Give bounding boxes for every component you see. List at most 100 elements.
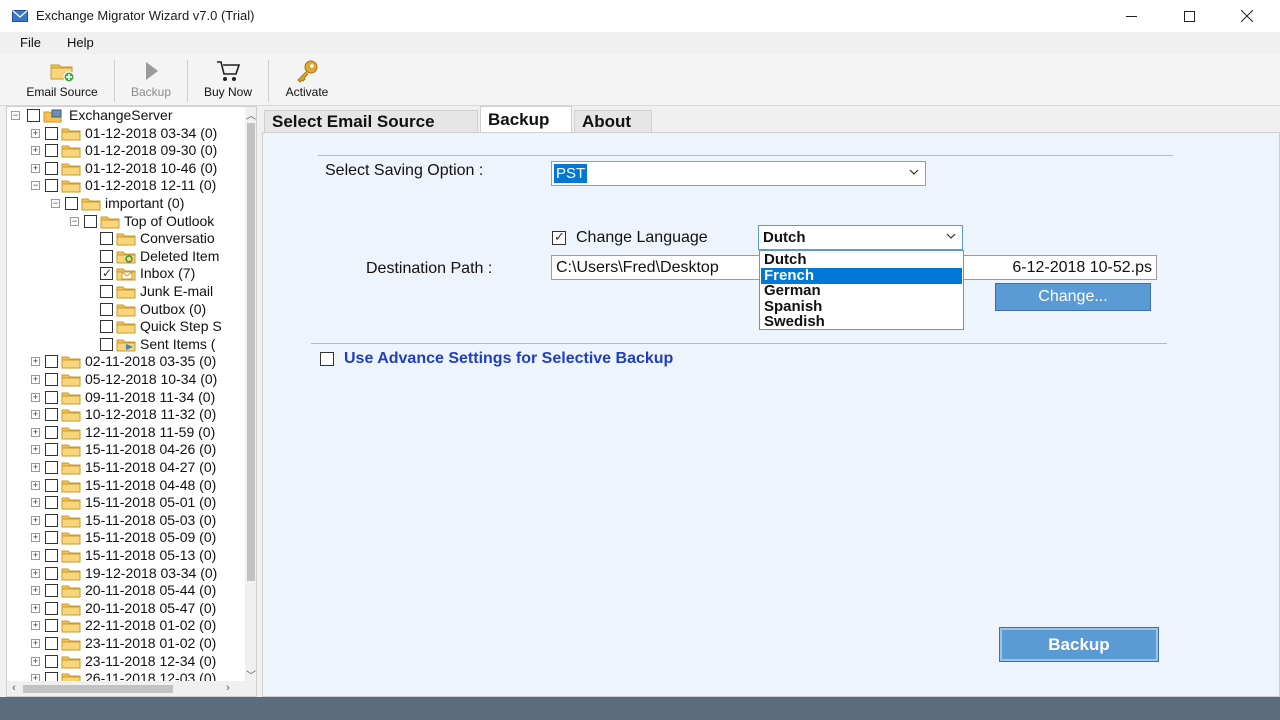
tree-node[interactable]: +05-12-2018 10-34 (0) [31,371,245,388]
tree-checkbox[interactable] [45,584,58,597]
tree-node[interactable]: − important (0) [51,195,245,212]
tree-checkbox[interactable] [100,303,113,316]
tree-checkbox[interactable] [45,426,58,439]
tree-checkbox[interactable] [45,567,58,580]
language-option-swedish[interactable]: Swedish [761,314,962,330]
tree-checkbox[interactable] [65,197,78,210]
expand-icon[interactable]: + [31,445,40,454]
scroll-up-icon[interactable]: ︿ [245,107,256,122]
tree-node[interactable]: +15-11-2018 04-27 (0) [31,459,245,476]
tree-node[interactable]: − Top of Outlook [70,213,245,230]
tree-node[interactable]: +02-11-2018 03-35 (0) [31,353,245,370]
tree-node[interactable]: +20-11-2018 05-47 (0) [31,600,245,617]
tree-horizontal-scrollbar[interactable]: ‹ › [7,681,256,696]
scroll-down-icon[interactable]: ﹀ [245,667,256,682]
tree-node[interactable]: +12-11-2018 11-59 (0) [31,424,245,441]
scroll-left-icon[interactable]: ‹ [7,682,21,696]
tree-checkbox[interactable] [45,179,58,192]
scroll-right-icon[interactable]: › [221,682,235,696]
email-source-button[interactable]: Email Source [14,56,110,104]
tree-node[interactable]: Deleted Item [100,248,245,265]
collapse-icon[interactable]: − [70,217,79,226]
tree-node[interactable]: +20-11-2018 05-44 (0) [31,582,245,599]
tree-node[interactable]: +19-12-2018 03-34 (0) [31,565,245,582]
tab-select-email-source[interactable]: Select Email Source [264,110,478,132]
tree-node[interactable]: Outbox (0) [100,301,245,318]
minimize-button[interactable] [1108,0,1154,32]
tree-node[interactable]: Quick Step S [100,318,245,335]
expand-icon[interactable]: + [31,586,40,595]
backup-toolbar-button[interactable]: Backup [120,56,182,104]
tree-checkbox[interactable] [84,215,97,228]
tree-node[interactable]: +15-11-2018 05-03 (0) [31,512,245,529]
tree-checkbox[interactable] [45,549,58,562]
expand-icon[interactable]: + [31,410,40,419]
expand-icon[interactable]: + [31,569,40,578]
tree-checkbox[interactable] [45,531,58,544]
expand-icon[interactable]: + [31,516,40,525]
expand-icon[interactable]: + [31,674,40,681]
tree-checkbox[interactable] [45,637,58,650]
tree-checkbox[interactable] [45,672,58,681]
tree-node[interactable]: +15-11-2018 05-01 (0) [31,494,245,511]
expand-icon[interactable]: + [31,657,40,666]
tree-checkbox[interactable] [45,461,58,474]
tree-checkbox[interactable] [100,338,113,351]
tree-node[interactable]: +01-12-2018 09-30 (0) [31,142,245,159]
tree-node[interactable]: Inbox (7) [100,265,245,282]
tree-checkbox[interactable] [45,655,58,668]
menu-file[interactable]: File [20,35,41,50]
tree-checkbox[interactable] [45,144,58,157]
expand-icon[interactable]: + [31,375,40,384]
expand-icon[interactable]: + [31,621,40,630]
expand-icon[interactable]: + [31,551,40,560]
tree-checkbox[interactable] [100,250,113,263]
tree-node[interactable]: +09-11-2018 11-34 (0) [31,389,245,406]
tree-checkbox[interactable] [45,496,58,509]
tree-checkbox[interactable] [45,408,58,421]
tree-checkbox[interactable] [45,619,58,632]
expand-icon[interactable]: + [31,146,40,155]
language-option-german[interactable]: German [761,283,962,299]
tree-node[interactable]: +15-11-2018 05-13 (0) [31,547,245,564]
tree-checkbox[interactable] [100,320,113,333]
expand-icon[interactable]: + [31,357,40,366]
language-option-dutch[interactable]: Dutch [761,252,962,268]
expand-icon[interactable]: + [31,129,40,138]
tree-checkbox[interactable] [45,391,58,404]
collapse-icon[interactable]: − [51,199,60,208]
tree-checkbox[interactable] [100,285,113,298]
collapse-icon[interactable]: − [31,181,40,190]
tree-root[interactable]: − ExchangeServer [11,107,245,124]
tree-checkbox[interactable] [27,109,40,122]
change-language-checkbox[interactable] [552,229,566,245]
expand-icon[interactable]: + [31,393,40,402]
tree-checkbox[interactable] [45,373,58,386]
expand-icon[interactable]: + [31,481,40,490]
expand-icon[interactable]: + [31,533,40,542]
tree-checkbox[interactable] [45,443,58,456]
expand-icon[interactable]: + [31,164,40,173]
tree-checkbox[interactable] [100,265,113,282]
tree-checkbox[interactable] [45,514,58,527]
tab-about[interactable]: About [574,110,652,132]
language-option-spanish[interactable]: Spanish [761,298,962,315]
tree-checkbox[interactable] [45,479,58,492]
tree-vertical-scroll-thumb[interactable] [247,123,255,581]
backup-button[interactable]: Backup [999,627,1159,662]
expand-icon[interactable]: + [31,498,40,507]
tree-node[interactable]: Sent Items ( [100,336,245,353]
maximize-button[interactable] [1166,0,1212,32]
close-button[interactable] [1224,0,1270,32]
tree-node[interactable]: +15-11-2018 04-48 (0) [31,477,245,494]
activate-button[interactable]: Activate [274,56,340,104]
advance-settings-label[interactable]: Use Advance Settings for Selective Backu… [344,350,673,368]
tree-node[interactable]: +26-11-2018 12-03 (0) [31,670,245,681]
tree-node[interactable]: +15-11-2018 05-09 (0) [31,529,245,546]
advance-settings-checkbox[interactable] [320,352,334,366]
menu-help[interactable]: Help [67,35,94,50]
tree-checkbox[interactable] [45,602,58,615]
tree-node[interactable]: +10-12-2018 11-32 (0) [31,406,245,423]
tab-backup[interactable]: Backup [480,106,572,132]
tree-checkbox[interactable] [45,162,58,175]
